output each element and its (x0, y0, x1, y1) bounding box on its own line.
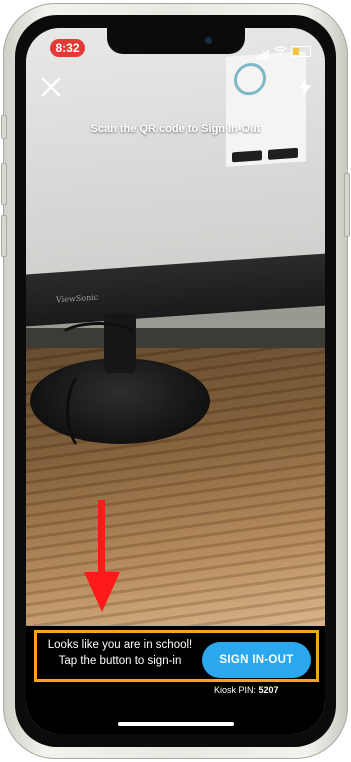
scan-instruction: Scan the QR code to Sign In-Out (90, 123, 261, 135)
down-arrow-callout-icon (84, 500, 124, 618)
close-button[interactable] (38, 76, 64, 102)
sign-in-message: Looks like you are in school! Tap the bu… (47, 639, 193, 667)
side-button (344, 173, 350, 237)
status-bar: 8:32 (26, 28, 325, 66)
close-icon (41, 77, 61, 97)
volume-down-button (1, 215, 7, 257)
cable (66, 368, 112, 454)
status-time: 8:32 (50, 39, 85, 57)
flash-icon (299, 78, 311, 96)
cable (56, 322, 142, 358)
flash-toggle-button[interactable] (295, 78, 315, 100)
app-store-badge (232, 150, 262, 163)
kiosk-pin-label: Kiosk PIN: (214, 685, 257, 695)
mute-switch (1, 115, 7, 139)
kiosk-pin-value: 5207 (258, 685, 279, 695)
signal-icon (256, 42, 270, 60)
notch (107, 28, 245, 54)
logo-ring-icon (234, 62, 266, 97)
camera-scanner-screen: ViewSonic 8:32 Scan the QR code to Sign … (26, 28, 325, 734)
kiosk-pin: Kiosk PIN: 5207 (214, 685, 314, 695)
home-indicator[interactable] (118, 722, 234, 726)
wifi-icon (274, 46, 287, 56)
play-store-badge (268, 147, 298, 160)
volume-up-button (1, 163, 7, 205)
front-camera-icon (205, 37, 212, 44)
sign-in-out-button[interactable]: SIGN IN-OUT (202, 642, 311, 678)
status-icons (256, 42, 311, 60)
web-page-panel (226, 51, 306, 167)
battery-icon (291, 45, 311, 57)
